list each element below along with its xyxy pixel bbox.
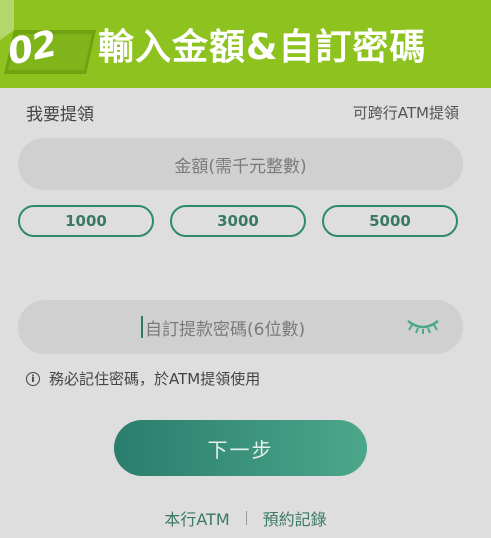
info-icon: i: [26, 371, 40, 386]
banner-title: 輸入金額&自訂密碼: [98, 27, 427, 68]
quick-amount-5000[interactable]: 5000: [322, 205, 458, 237]
amount-placeholder: 金額(需千元整數): [174, 156, 307, 177]
link-bank-atm[interactable]: 本行ATM: [164, 506, 229, 530]
password-hint: i 務必記住密碼，於ATM提領使用: [26, 368, 260, 389]
link-reservation-records[interactable]: 預約記錄: [263, 506, 327, 530]
eye-closed-icon[interactable]: [405, 316, 441, 336]
password-input[interactable]: 自訂提款密碼(6位數): [18, 300, 463, 354]
atm-note: 可跨行ATM提領: [352, 104, 459, 122]
amount-input[interactable]: 金額(需千元整數): [18, 138, 463, 190]
password-placeholder: 自訂提款密碼(6位數): [145, 320, 306, 340]
text-caret: [141, 316, 143, 338]
step-banner: 02 輸入金額&自訂密碼: [0, 0, 491, 88]
quick-amount-3000[interactable]: 3000: [170, 205, 306, 237]
footer-links: 本行ATM 預約記錄: [0, 506, 491, 530]
withdraw-form: 我要提領 可跨行ATM提領 金額(需千元整數) 1000 3000 5000 自…: [0, 88, 491, 538]
next-button[interactable]: 下一步: [114, 420, 367, 476]
quick-amount-1000[interactable]: 1000: [18, 205, 154, 237]
withdraw-label: 我要提領: [26, 105, 94, 125]
hint-text: 務必記住密碼，於ATM提領使用: [49, 370, 261, 388]
footer-divider: [245, 511, 247, 525]
